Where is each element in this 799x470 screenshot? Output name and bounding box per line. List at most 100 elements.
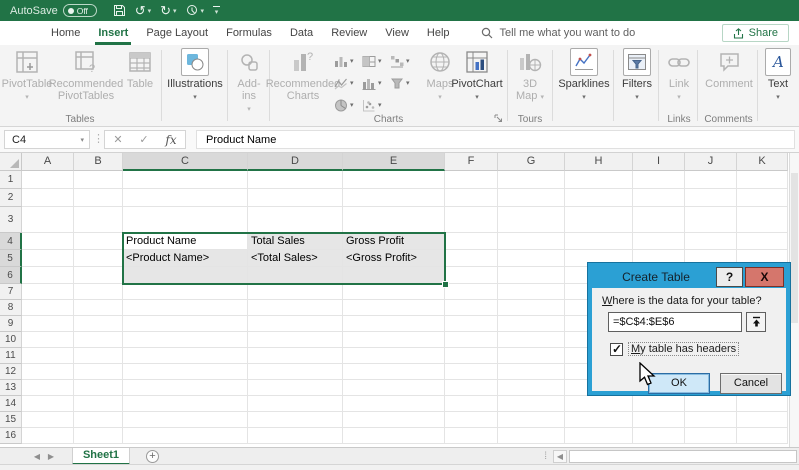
grid-cell-F4[interactable] bbox=[445, 233, 498, 250]
grid-cell-G16[interactable] bbox=[498, 428, 565, 444]
grid-cell-G11[interactable] bbox=[498, 348, 565, 364]
grid-cell-K2[interactable] bbox=[737, 189, 788, 207]
row-header-12[interactable]: 12 bbox=[0, 364, 22, 380]
grid-cell-D10[interactable] bbox=[248, 332, 343, 348]
grid-cell-F6[interactable] bbox=[445, 267, 498, 284]
row-header-11[interactable]: 11 bbox=[0, 348, 22, 364]
column-header-C[interactable]: C bbox=[123, 153, 248, 171]
column-header-A[interactable]: A bbox=[22, 153, 74, 171]
grid-cell-B4[interactable] bbox=[74, 233, 123, 250]
grid-cell-A14[interactable] bbox=[22, 396, 74, 412]
collapse-dialog-range-button[interactable] bbox=[746, 312, 766, 332]
grid-cell-A2[interactable] bbox=[22, 189, 74, 207]
grid-cell-A5[interactable] bbox=[22, 250, 74, 267]
grid-cell-D3[interactable] bbox=[248, 207, 343, 233]
grid-cell-E14[interactable] bbox=[343, 396, 445, 412]
grid-cell-A12[interactable] bbox=[22, 364, 74, 380]
dialog-help-button[interactable]: ? bbox=[716, 267, 743, 287]
row-header-2[interactable]: 2 bbox=[0, 189, 22, 207]
grid-cell-D5[interactable]: <Total Sales> bbox=[248, 250, 343, 267]
grid-cell-G5[interactable] bbox=[498, 250, 565, 267]
tab-bar-splitter[interactable]: ⁞ bbox=[544, 451, 547, 462]
grid-cell-F5[interactable] bbox=[445, 250, 498, 267]
vertical-scrollbar-thumb[interactable] bbox=[791, 173, 798, 323]
grid-cell-E12[interactable] bbox=[343, 364, 445, 380]
grid-cell-F15[interactable] bbox=[445, 412, 498, 428]
tab-home[interactable]: Home bbox=[42, 21, 89, 45]
name-box[interactable]: C4 ▾ bbox=[4, 130, 90, 149]
grid-cell-I2[interactable] bbox=[633, 189, 685, 207]
tab-data[interactable]: Data bbox=[281, 21, 322, 45]
grid-cell-K16[interactable] bbox=[737, 428, 788, 444]
insert-function-icon[interactable]: fx bbox=[165, 133, 176, 147]
grid-cell-H14[interactable] bbox=[565, 396, 633, 412]
tab-formulas[interactable]: Formulas bbox=[217, 21, 281, 45]
grid-cell-D12[interactable] bbox=[248, 364, 343, 380]
grid-cell-D11[interactable] bbox=[248, 348, 343, 364]
table-headers-checkbox-label[interactable]: My table has headers bbox=[629, 343, 738, 355]
grid-cell-B15[interactable] bbox=[74, 412, 123, 428]
row-header-3[interactable]: 3 bbox=[0, 207, 22, 233]
grid-cell-G6[interactable] bbox=[498, 267, 565, 284]
share-button[interactable]: Share bbox=[722, 24, 789, 42]
grid-cell-B8[interactable] bbox=[74, 300, 123, 316]
grid-cell-D13[interactable] bbox=[248, 380, 343, 396]
grid-cell-K15[interactable] bbox=[737, 412, 788, 428]
grid-cell-G4[interactable] bbox=[498, 233, 565, 250]
grid-cell-G8[interactable] bbox=[498, 300, 565, 316]
column-header-G[interactable]: G bbox=[498, 153, 565, 171]
sheet-tab-sheet1[interactable]: Sheet1 bbox=[72, 448, 130, 465]
grid-cell-E8[interactable] bbox=[343, 300, 445, 316]
row-header-8[interactable]: 8 bbox=[0, 300, 22, 316]
text-button[interactable]: A Text ▾ bbox=[761, 48, 795, 104]
grid-cell-B14[interactable] bbox=[74, 396, 123, 412]
scroll-left-arrow[interactable]: ◀ bbox=[553, 450, 567, 463]
grid-cell-E9[interactable] bbox=[343, 316, 445, 332]
grid-cell-A1[interactable] bbox=[22, 171, 74, 189]
formula-input[interactable]: Product Name bbox=[196, 130, 795, 149]
grid-cell-G12[interactable] bbox=[498, 364, 565, 380]
grid-cell-I1[interactable] bbox=[633, 171, 685, 189]
grid-cell-F16[interactable] bbox=[445, 428, 498, 444]
grid-cell-F8[interactable] bbox=[445, 300, 498, 316]
redo-button[interactable]: ↻▾ bbox=[160, 4, 176, 17]
column-header-K[interactable]: K bbox=[737, 153, 788, 171]
column-header-I[interactable]: I bbox=[633, 153, 685, 171]
grid-cell-D2[interactable] bbox=[248, 189, 343, 207]
grid-cell-C5[interactable]: <Product Name> bbox=[123, 250, 248, 267]
grid-cell-C11[interactable] bbox=[123, 348, 248, 364]
grid-cell-D4[interactable]: Total Sales bbox=[248, 233, 343, 250]
grid-cell-A11[interactable] bbox=[22, 348, 74, 364]
column-header-H[interactable]: H bbox=[565, 153, 633, 171]
grid-cell-K4[interactable] bbox=[737, 233, 788, 250]
grid-cell-E3[interactable] bbox=[343, 207, 445, 233]
chevron-down-icon[interactable]: ▾ bbox=[80, 136, 89, 144]
grid-cell-B2[interactable] bbox=[74, 189, 123, 207]
grid-cell-C7[interactable] bbox=[123, 284, 248, 300]
grid-cell-J1[interactable] bbox=[685, 171, 737, 189]
autosave-toggle[interactable]: Off bbox=[63, 4, 97, 17]
grid-cell-H4[interactable] bbox=[565, 233, 633, 250]
grid-cell-B12[interactable] bbox=[74, 364, 123, 380]
grid-cell-B10[interactable] bbox=[74, 332, 123, 348]
row-header-6[interactable]: 6 bbox=[0, 267, 22, 284]
tab-page-layout[interactable]: Page Layout bbox=[137, 21, 217, 45]
tell-me-search[interactable]: Tell me what you want to do bbox=[481, 27, 636, 39]
cancel-button[interactable]: Cancel bbox=[720, 373, 782, 394]
grid-cell-F14[interactable] bbox=[445, 396, 498, 412]
row-header-7[interactable]: 7 bbox=[0, 284, 22, 300]
grid-cell-C6[interactable] bbox=[123, 267, 248, 284]
row-header-15[interactable]: 15 bbox=[0, 412, 22, 428]
tab-help[interactable]: Help bbox=[418, 21, 459, 45]
sparklines-button[interactable]: Sparklines ▾ bbox=[556, 48, 612, 104]
customize-quick-access-toolbar-button[interactable]: ▾ bbox=[213, 6, 220, 15]
grid-cell-G15[interactable] bbox=[498, 412, 565, 428]
grid-cell-A3[interactable] bbox=[22, 207, 74, 233]
column-header-D[interactable]: D bbox=[248, 153, 343, 171]
dialog-title-bar[interactable]: Create Table ? X bbox=[592, 267, 786, 288]
grid-cell-D9[interactable] bbox=[248, 316, 343, 332]
grid-cell-E1[interactable] bbox=[343, 171, 445, 189]
grid-cell-J4[interactable] bbox=[685, 233, 737, 250]
grid-cell-C16[interactable] bbox=[123, 428, 248, 444]
grid-cell-A4[interactable] bbox=[22, 233, 74, 250]
